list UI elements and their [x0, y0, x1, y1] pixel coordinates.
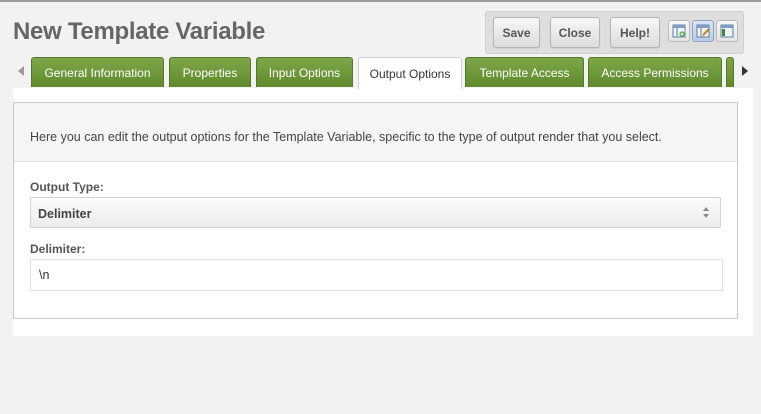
tab-output-options[interactable]: Output Options [358, 57, 462, 89]
tab-access-permissions[interactable]: Access Permissions [588, 57, 722, 87]
tab-template-access[interactable]: Template Access [465, 57, 584, 87]
layout-new-icon[interactable] [668, 20, 690, 42]
help-button[interactable]: Help! [610, 17, 660, 48]
tab-strip: General Information Properties Input Opt… [13, 56, 753, 90]
tab-general-information[interactable]: General Information [31, 57, 164, 87]
tab-properties[interactable]: Properties [169, 57, 251, 87]
tab-scroll-right-icon[interactable] [737, 56, 753, 86]
view-switcher [668, 20, 740, 44]
output-type-value: Delimiter [38, 207, 92, 221]
window-top-border [0, 0, 761, 2]
tab-scroll-left-icon[interactable] [13, 56, 29, 86]
save-button[interactable]: Save [493, 17, 540, 48]
output-options-panel: Here you can edit the output options for… [13, 102, 738, 319]
tab-input-options[interactable]: Input Options [256, 57, 353, 87]
layout-split-icon[interactable] [716, 20, 738, 42]
panel-description: Here you can edit the output options for… [14, 103, 737, 162]
output-type-select[interactable]: Delimiter [30, 197, 721, 228]
select-arrows-icon [702, 206, 710, 219]
output-type-label: Output Type: [30, 180, 104, 194]
page-title: New Template Variable [13, 18, 266, 45]
action-toolbar: Save Close Help! [485, 11, 744, 54]
delimiter-label: Delimiter: [30, 242, 86, 256]
layout-edit-icon[interactable] [692, 20, 714, 42]
close-button[interactable]: Close [550, 17, 600, 48]
tab-panel-container: Here you can edit the output options for… [13, 88, 753, 336]
tab-overflow[interactable] [726, 57, 734, 87]
delimiter-input[interactable] [30, 259, 723, 291]
